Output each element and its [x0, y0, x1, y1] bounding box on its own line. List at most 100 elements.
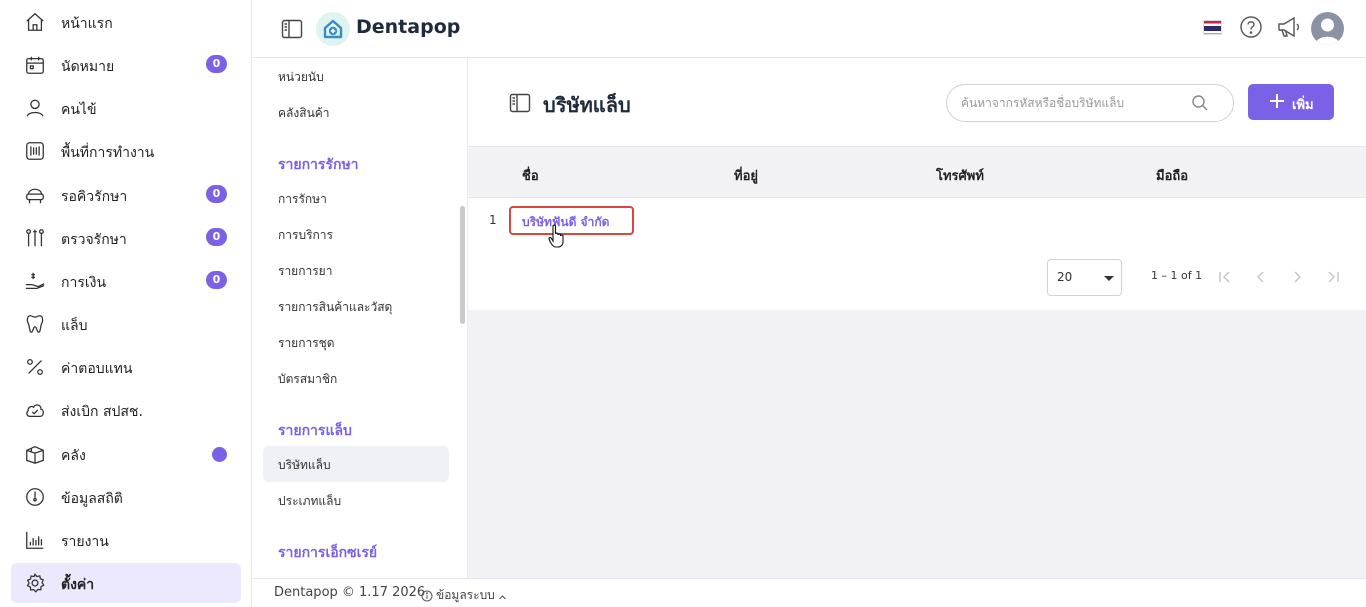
page-size-select[interactable]: 20 [1047, 259, 1122, 296]
previous-page-icon[interactable] [1252, 268, 1270, 286]
submenu-item-label: รายการชุด [278, 336, 335, 350]
app-title: Dentapop [356, 16, 461, 38]
sidebar-toggle-icon[interactable] [280, 17, 304, 41]
top-bar: Dentapop [252, 0, 1366, 58]
submenu-heading-xray: รายการเอ็กซเรย์ [278, 545, 378, 561]
sidebar-item-reports[interactable]: รายงาน [11, 520, 241, 560]
submenu-scrollbar[interactable] [460, 206, 465, 324]
sidebar-item-statistics[interactable]: ข้อมูลสถิติ [11, 477, 241, 517]
footer: Dentapop © 1.17 2026 ข้อมูลระบบ [252, 578, 1366, 607]
last-page-icon[interactable] [1324, 268, 1342, 286]
sidebar-item-label: หน้าแรก [61, 16, 113, 32]
avatar[interactable] [1311, 12, 1344, 45]
gear-icon [24, 572, 46, 594]
sidebar-item-label: ค่าตอบแทน [61, 361, 133, 377]
megaphone-icon[interactable] [1276, 14, 1302, 40]
submenu-item-label: รายการสินค้าและวัสดุ [278, 300, 393, 314]
tooth-icon [24, 313, 46, 335]
money-hand-icon [24, 270, 46, 292]
app-root: หน้าแรก นัดหมาย 0 คนไข้ พื้นที่การทำงาน … [0, 0, 1366, 607]
main-content: บริษัทแล็บ เพิ่ม ชื่อ ที่อยู่ โทรศัพท์ ม… [468, 58, 1366, 578]
dental-tools-icon [24, 227, 46, 249]
sidebar-item-label: ตรวจรักษา [61, 232, 127, 248]
column-header-mobile[interactable]: มือถือ [1156, 165, 1188, 186]
submenu-heading-lab: รายการแล็บ [278, 423, 352, 439]
add-button-label: เพิ่ม [1292, 97, 1314, 112]
sidebar-item-nhso-claim[interactable]: ส่งเบิก สปสช. [11, 390, 241, 430]
column-header-phone[interactable]: โทรศัพท์ [936, 165, 984, 186]
sidebar-item-lab[interactable]: แล็บ [11, 304, 241, 344]
submenu-item-units[interactable]: หน่วยนับ [263, 58, 449, 94]
sidebar-item-label: การเงิน [61, 275, 107, 291]
submenu-item-treatment[interactable]: การรักษา [263, 180, 449, 216]
add-button[interactable]: เพิ่ม [1248, 84, 1334, 120]
dental-chair-icon [24, 184, 46, 206]
help-icon[interactable] [1238, 14, 1264, 40]
sidebar-item-label: คลัง [61, 448, 86, 464]
submenu-item-membership-cards[interactable]: บัตรสมาชิก [263, 360, 449, 396]
sidebar-item-label: ข้อมูลสถิติ [61, 491, 123, 507]
submenu-item-label: บริษัทแล็บ [278, 458, 331, 472]
inventory-status-dot [212, 447, 227, 462]
app-logo [316, 12, 350, 46]
sidebar-item-patients[interactable]: คนไข้ [11, 88, 241, 128]
submenu-item-label: หน่วยนับ [278, 70, 324, 84]
sidebar-item-examination[interactable]: ตรวจรักษา 0 [11, 218, 241, 258]
system-info-link[interactable]: ข้อมูลระบบ [436, 586, 495, 605]
column-header-name[interactable]: ชื่อ [522, 165, 539, 186]
submenu-item-packages[interactable]: รายการชุด [263, 324, 449, 360]
percent-icon [24, 356, 46, 378]
home-icon [24, 11, 46, 33]
sidebar-item-label: รอคิวรักษา [61, 189, 128, 205]
sidebar-item-label: ส่งเบิก สปสช. [61, 404, 143, 420]
info-icon[interactable] [421, 587, 433, 602]
queue-badge: 0 [206, 185, 227, 203]
submenu-item-medicines[interactable]: รายการยา [263, 252, 449, 288]
search-input[interactable] [961, 94, 1191, 112]
lab-company-link[interactable]: บริษัทฟันดี จำกัด [509, 206, 634, 235]
appointments-badge: 0 [206, 55, 227, 73]
panel-icon[interactable] [508, 91, 532, 115]
sidebar-item-label: รายงาน [61, 534, 109, 550]
page-size-value: 20 [1057, 270, 1073, 284]
sidebar-item-finance[interactable]: การเงิน 0 [11, 261, 241, 301]
first-page-icon[interactable] [1216, 268, 1234, 286]
submenu-item-warehouse[interactable]: คลังสินค้า [263, 94, 449, 130]
submenu-item-label: บัตรสมาชิก [278, 372, 338, 386]
submenu-item-products-materials[interactable]: รายการสินค้าและวัสดุ [263, 288, 449, 324]
examination-badge: 0 [206, 228, 227, 246]
sidebar-item-settings[interactable]: ตั้งค่า [11, 563, 241, 603]
submenu-item-label: การรักษา [278, 192, 327, 206]
table-header: ชื่อ ที่อยู่ โทรศัพท์ มือถือ [468, 146, 1366, 198]
submenu-item-label: คลังสินค้า [278, 106, 330, 120]
sidebar-item-compensation[interactable]: ค่าตอบแทน [11, 347, 241, 387]
column-header-address[interactable]: ที่อยู่ [734, 165, 758, 186]
sidebar-item-workspace[interactable]: พื้นที่การทำงาน [11, 131, 241, 171]
pagination-range: 1 – 1 of 1 [1151, 269, 1203, 282]
gauge-icon [24, 486, 46, 508]
hand-cursor-icon [548, 224, 566, 248]
sidebar-item-queue[interactable]: รอคิวรักษา 0 [11, 175, 241, 215]
sidebar-item-home[interactable]: หน้าแรก [11, 2, 241, 42]
sidebar-item-label: พื้นที่การทำงาน [61, 145, 155, 161]
bar-chart-icon [24, 529, 46, 551]
search-icon[interactable] [1191, 94, 1209, 112]
sidebar-item-label: แล็บ [61, 318, 88, 334]
row-index: 1 [489, 213, 497, 227]
submenu-item-label: ประเภทแล็บ [278, 494, 342, 508]
sidebar-item-label: ตั้งค่า [61, 577, 95, 593]
box-icon [24, 443, 46, 465]
workspace-icon [24, 140, 46, 162]
page-title: บริษัทแล็บ [543, 93, 631, 117]
submenu-item-label: การบริการ [278, 228, 333, 242]
thai-flag-icon[interactable] [1203, 20, 1222, 35]
submenu-item-label: รายการยา [278, 264, 333, 278]
submenu-item-lab-companies[interactable]: บริษัทแล็บ [263, 446, 449, 482]
sidebar-item-appointments[interactable]: นัดหมาย 0 [11, 45, 241, 85]
submenu-item-lab-types[interactable]: ประเภทแล็บ [263, 482, 449, 518]
footer-copyright: Dentapop © 1.17 2026 [274, 585, 426, 600]
submenu-item-services[interactable]: การบริการ [263, 216, 449, 252]
sidebar-item-inventory[interactable]: คลัง [11, 434, 241, 474]
chevron-up-icon[interactable] [498, 587, 507, 600]
next-page-icon[interactable] [1288, 268, 1306, 286]
